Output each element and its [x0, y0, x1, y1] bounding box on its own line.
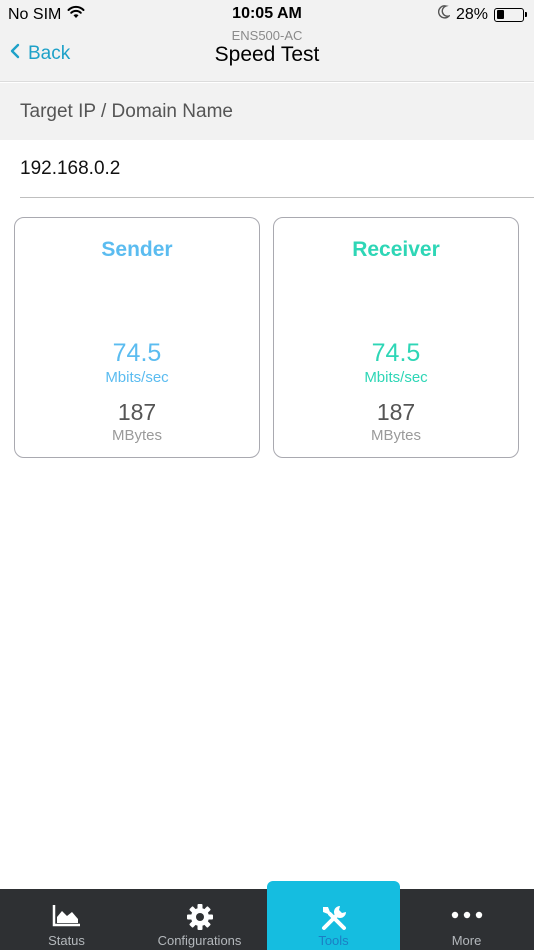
receiver-title: Receiver	[352, 238, 440, 261]
tab-status[interactable]: Status	[0, 889, 133, 950]
receiver-size-value: 187	[376, 399, 416, 425]
battery-percent: 28%	[455, 5, 488, 23]
receiver-size-unit: MBytes	[370, 427, 421, 444]
page-title: Speed Test	[214, 43, 320, 66]
battery-fill	[496, 10, 504, 19]
sender-size-unit: MBytes	[111, 427, 162, 444]
tab-more-label: More	[451, 933, 482, 948]
target-section-header: Target IP / Domain Name	[0, 83, 534, 140]
receiver-rate-unit: Mbits/sec	[364, 369, 428, 386]
sender-card: Sender 74.5 Mbits/sec 187 MBytes	[14, 217, 260, 458]
sender-size-value: 187	[117, 399, 157, 425]
target-ip-field[interactable]	[20, 140, 534, 198]
more-dots-icon	[400, 903, 533, 929]
sender-rate-value: 74.5	[112, 339, 162, 367]
status-bar: No SIM 10:05 AM 28%	[0, 0, 534, 28]
gear-icon	[133, 903, 266, 930]
receiver-card: Receiver 74.5 Mbits/sec 187 MBytes	[273, 217, 519, 458]
sender-title: Sender	[101, 238, 173, 261]
battery-icon	[494, 7, 527, 22]
tab-configurations-label: Configurations	[157, 933, 242, 948]
target-label: Target IP / Domain Name	[20, 101, 233, 122]
tab-status-label: Status	[48, 933, 85, 948]
tab-tools-label: Tools	[318, 933, 349, 948]
tab-configurations[interactable]: Configurations	[133, 889, 266, 950]
tab-more[interactable]: More	[400, 889, 533, 950]
device-name: ENS500-AC	[231, 28, 303, 43]
navigation-bar: ENS500-AC Back Speed Test	[0, 28, 534, 82]
area-chart-icon	[0, 903, 133, 929]
receiver-rate-value: 74.5	[371, 339, 421, 367]
tools-icon	[267, 903, 400, 930]
target-ip-input[interactable]	[20, 158, 510, 180]
status-right: 28%	[437, 5, 527, 24]
sender-rate-unit: Mbits/sec	[105, 369, 169, 386]
tab-tools[interactable]: Tools	[267, 881, 400, 950]
tab-bar: Status Configurations Tools More	[0, 881, 534, 950]
moon-icon	[437, 5, 452, 24]
